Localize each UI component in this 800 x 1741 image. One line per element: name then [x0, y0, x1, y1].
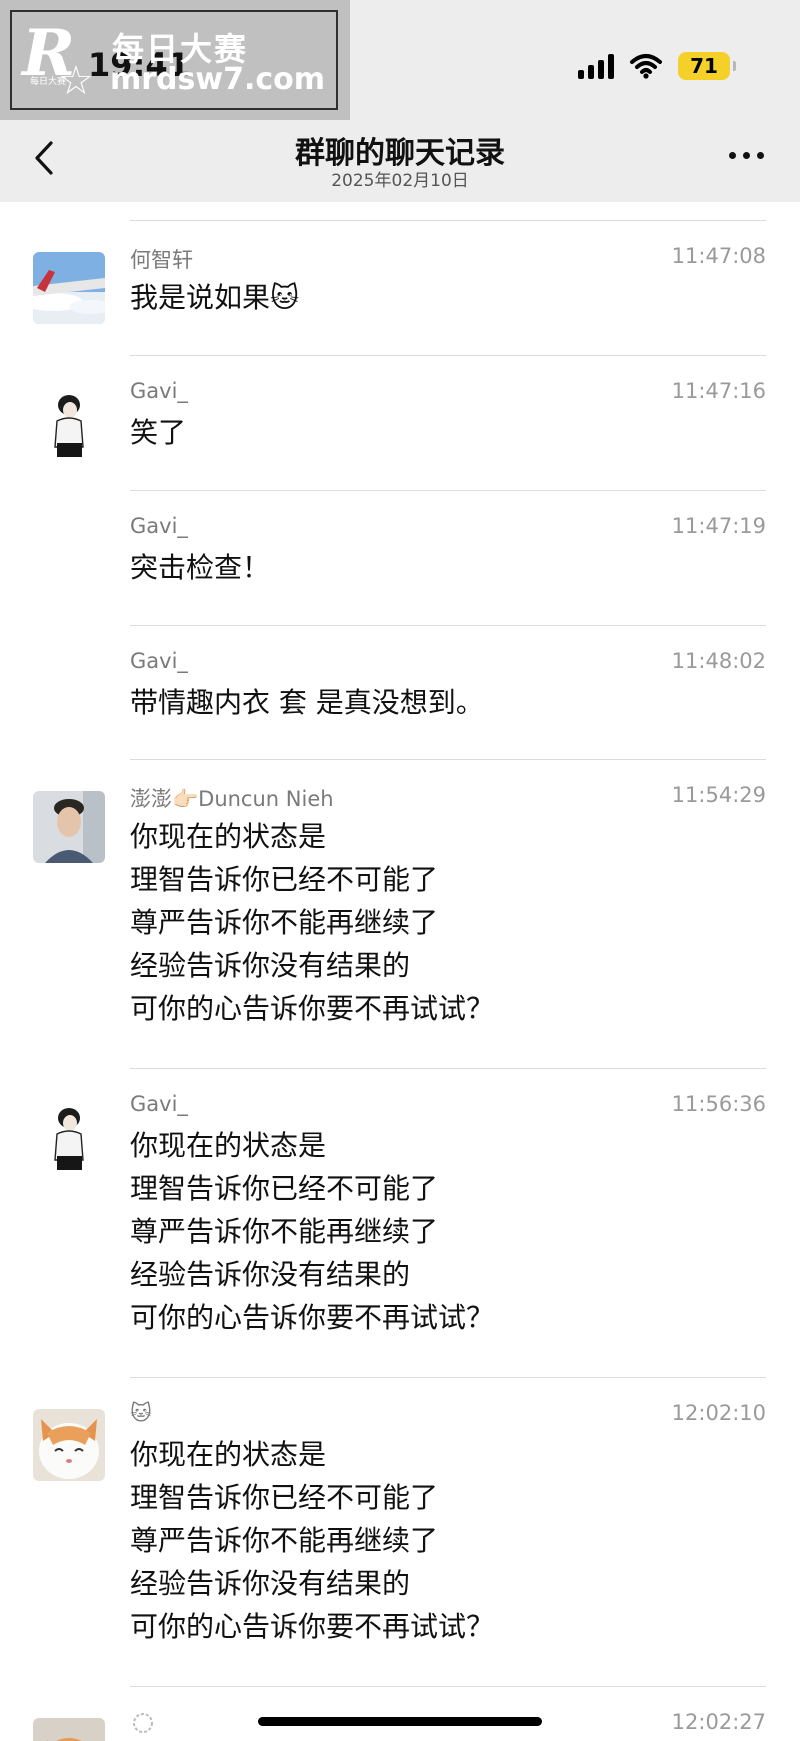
status-icons: 71 — [578, 48, 736, 84]
message-line: 你现在的状态是 — [130, 820, 327, 853]
message-text: 你现在的状态是 理智告诉你已经不可能了 尊严告诉你不能再继续了 经验告诉你没有结… — [130, 815, 750, 1030]
message-line: 理智告诉你已经不可能了 — [130, 1481, 439, 1514]
message-time: 11:47:08 — [671, 244, 766, 268]
chat-message: 何智轩 11:47:08 我是说如果🐱 — [0, 220, 800, 341]
message-line: 理智告诉你已经不可能了 — [130, 863, 439, 896]
avatar[interactable] — [33, 252, 105, 324]
watermark-small-text: 每日大赛 — [30, 77, 67, 87]
avatar[interactable] — [33, 1409, 105, 1481]
divider — [130, 220, 766, 221]
chat-message: 12:02:27 — [0, 1686, 800, 1741]
message-line: 尊严告诉你不能再继续了 — [130, 906, 439, 939]
message-time: 12:02:10 — [671, 1401, 766, 1425]
message-sender: Gavi_ — [130, 1092, 188, 1116]
watermark-url: mrdsw7.com — [110, 62, 326, 97]
wifi-icon — [630, 54, 662, 79]
avatar[interactable] — [33, 1100, 105, 1172]
divider — [130, 355, 766, 356]
battery-indicator: 71 — [678, 52, 736, 80]
page-date: 2025年02月10日 — [331, 171, 469, 191]
message-time: 11:56:36 — [671, 1092, 766, 1116]
message-line: 经验告诉你没有结果的 — [130, 1567, 411, 1600]
message-line: 经验告诉你没有结果的 — [130, 949, 411, 982]
message-time: 11:47:16 — [671, 379, 766, 403]
divider — [130, 1686, 766, 1687]
message-line: 你现在的状态是 — [130, 1438, 327, 1471]
message-text: 你现在的状态是 理智告诉你已经不可能了 尊严告诉你不能再继续了 经验告诉你没有结… — [130, 1124, 750, 1339]
message-time: 11:48:02 — [671, 649, 766, 673]
chat-message: 🐱 12:02:10 你现在的状态是 理智告诉你已经不可能了 尊严告诉你不能再继… — [0, 1377, 800, 1677]
message-line: 你现在的状态是 — [130, 1129, 327, 1162]
message-line: 尊严告诉你不能再继续了 — [130, 1524, 439, 1557]
divider — [130, 1377, 766, 1378]
chat-record-list[interactable]: 何智轩 11:47:08 我是说如果🐱 Gavi_ 11:47:16 笑了 Ga… — [0, 202, 800, 1741]
more-options-icon[interactable] — [729, 152, 764, 159]
cellular-signal-icon — [578, 53, 614, 79]
message-line: 尊严告诉你不能再继续了 — [130, 1215, 439, 1248]
chat-message: 澎澎👉🏻Duncun Nieh 11:54:29 你现在的状态是 理智告诉你已经… — [0, 759, 800, 1059]
message-sender: 🐱 — [130, 1401, 152, 1425]
message-line: 经验告诉你没有结果的 — [130, 1258, 411, 1291]
message-line: 可你的心告诉你要不再试试？ — [130, 1610, 495, 1643]
avatar[interactable] — [33, 791, 105, 863]
divider — [130, 759, 766, 760]
message-text: 我是说如果🐱 — [130, 276, 750, 319]
message-line: 突击检查！ — [130, 551, 271, 584]
message-line: 笑了 — [130, 416, 187, 449]
message-sender: Gavi_ — [130, 649, 188, 673]
message-text: 突击检查！ — [130, 546, 750, 589]
message-sender: Gavi_ — [130, 514, 188, 538]
chat-message: Gavi_ 11:47:19 突击检查！ — [0, 490, 800, 611]
divider — [130, 625, 766, 626]
message-text: 笑了 — [130, 411, 750, 454]
message-sender: Gavi_ — [130, 379, 188, 403]
cloud-icon — [130, 1710, 156, 1741]
message-line: 可你的心告诉你要不再试试？ — [130, 992, 495, 1025]
avatar[interactable] — [33, 387, 105, 459]
message-line: 我是说如果🐱 — [130, 281, 300, 314]
message-time: 12:02:27 — [671, 1710, 766, 1734]
home-indicator[interactable] — [258, 1717, 542, 1726]
message-line: 带情趣内衣 套 是真没想到。 — [130, 686, 484, 719]
message-sender: 澎澎👉🏻Duncun Nieh — [130, 787, 334, 811]
watermark: R ☆ 每日大赛 19:41 每日大赛 mrdsw7.com — [0, 0, 350, 120]
message-time: 11:54:29 — [671, 783, 766, 807]
message-text: 你现在的状态是 理智告诉你已经不可能了 尊严告诉你不能再继续了 经验告诉你没有结… — [130, 1433, 750, 1648]
chat-message: Gavi_ 11:56:36 你现在的状态是 理智告诉你已经不可能了 尊严告诉你… — [0, 1068, 800, 1368]
message-sender: 何智轩 — [130, 248, 193, 272]
divider — [130, 490, 766, 491]
message-line: 可你的心告诉你要不再试试？ — [130, 1301, 495, 1334]
divider — [130, 1068, 766, 1069]
message-text: 带情趣内衣 套 是真没想到。 — [130, 681, 750, 724]
avatar[interactable] — [33, 1718, 105, 1741]
message-line: 理智告诉你已经不可能了 — [130, 1172, 439, 1205]
chat-message: Gavi_ 11:47:16 笑了 — [0, 355, 800, 476]
chat-message: Gavi_ 11:48:02 带情趣内衣 套 是真没想到。 — [0, 625, 800, 746]
message-time: 11:47:19 — [671, 514, 766, 538]
